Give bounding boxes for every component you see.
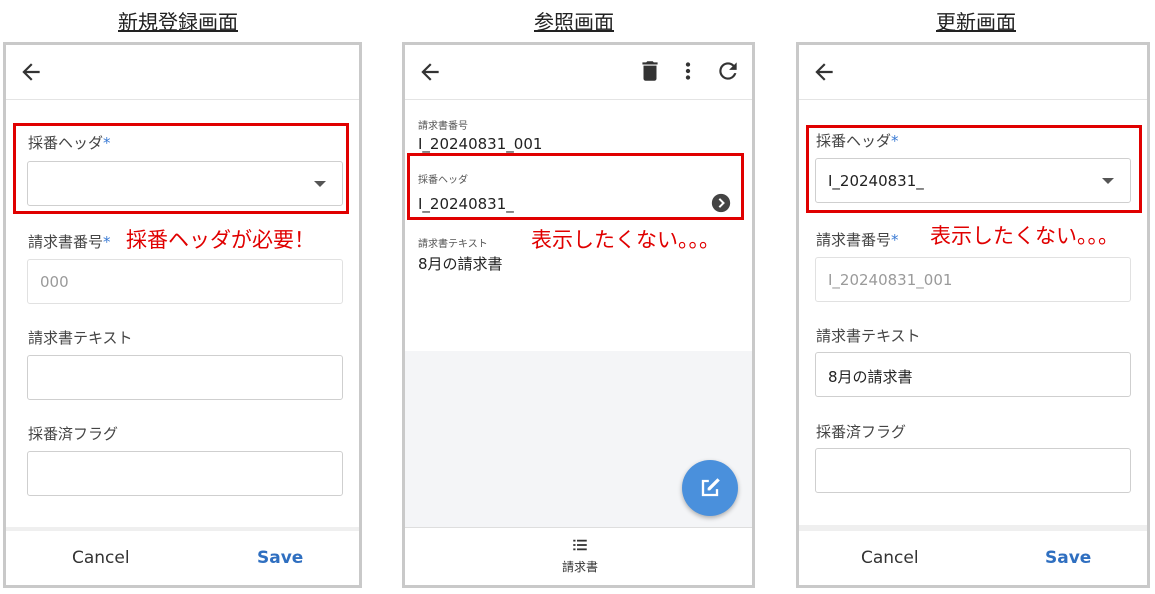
annotation-note: 採番ヘッダが必要！ bbox=[126, 228, 315, 252]
view-screen-title: 参照画面 bbox=[534, 10, 614, 34]
arrow-back-icon[interactable] bbox=[811, 59, 837, 85]
invoice-no-label: 請求書番号 bbox=[418, 121, 468, 132]
list-icon bbox=[573, 539, 587, 551]
view-screen: 請求書番号 I_20240831_001 採番ヘッダ I_20240831_ 請… bbox=[402, 42, 755, 588]
annotation-note: 表示したくない。。。 bbox=[930, 224, 1119, 248]
edit-fab-button[interactable] bbox=[682, 460, 738, 516]
trash-icon[interactable] bbox=[637, 58, 663, 84]
update-screen-title: 更新画面 bbox=[936, 10, 1016, 34]
invoice-no-label: 請求書番号* bbox=[28, 233, 111, 251]
invoice-no-field: I_20240831_001 bbox=[815, 257, 1131, 302]
numbering-header-label: 採番ヘッダ* bbox=[28, 134, 111, 152]
required-mark: * bbox=[103, 134, 111, 152]
cancel-button[interactable]: Cancel bbox=[72, 548, 130, 568]
chevron-circle-right-icon[interactable] bbox=[711, 193, 731, 213]
numbering-header-label: 採番ヘッダ bbox=[418, 175, 468, 186]
app-bar bbox=[405, 45, 752, 100]
invoice-text-label: 請求書テキスト bbox=[418, 239, 488, 250]
numbering-header-value: I_20240831_ bbox=[418, 195, 514, 213]
numbered-flag-label: 採番済フラグ bbox=[28, 425, 119, 443]
update-screen: 採番ヘッダ* I_20240831_ 請求書番号* I_20240831_001… bbox=[796, 42, 1150, 588]
arrow-back-icon[interactable] bbox=[417, 59, 443, 85]
nav-item-invoices[interactable]: 請求書 bbox=[545, 536, 615, 580]
more-vert-icon[interactable] bbox=[675, 58, 701, 84]
save-button[interactable]: Save bbox=[1045, 548, 1091, 568]
numbering-header-select[interactable] bbox=[27, 161, 343, 206]
numbered-flag-label: 採番済フラグ bbox=[816, 423, 907, 441]
create-screen-title: 新規登録画面 bbox=[118, 10, 238, 34]
required-mark: * bbox=[891, 231, 899, 249]
create-screen: 採番ヘッダ* 請求書番号* 000 請求書テキスト 採番済フラグ Cancel … bbox=[3, 42, 362, 588]
save-button[interactable]: Save bbox=[257, 548, 303, 568]
required-mark: * bbox=[891, 132, 899, 150]
dropdown-caret-icon bbox=[314, 181, 326, 187]
refresh-icon[interactable] bbox=[715, 58, 741, 84]
form-footer: Cancel Save bbox=[6, 531, 359, 585]
edit-icon bbox=[701, 478, 720, 497]
app-bar bbox=[6, 45, 359, 100]
invoice-text-label: 請求書テキスト bbox=[816, 327, 921, 345]
invoice-no-field: 000 bbox=[27, 259, 343, 304]
required-mark: * bbox=[103, 233, 111, 251]
annotation-note: 表示したくない。。。 bbox=[531, 228, 720, 252]
dropdown-caret-icon bbox=[1102, 178, 1114, 184]
invoice-text-field[interactable] bbox=[27, 355, 343, 400]
numbering-header-select[interactable]: I_20240831_ bbox=[815, 158, 1131, 203]
bottom-nav: 請求書 bbox=[405, 527, 752, 585]
invoice-no-value: I_20240831_001 bbox=[418, 135, 543, 153]
numbered-flag-field[interactable] bbox=[27, 451, 343, 496]
form-footer: Cancel Save bbox=[799, 531, 1147, 585]
numbering-header-label: 採番ヘッダ* bbox=[816, 132, 899, 150]
arrow-back-icon[interactable] bbox=[18, 59, 44, 85]
invoice-text-value: 8月の請求書 bbox=[418, 255, 503, 273]
invoice-no-label: 請求書番号* bbox=[816, 231, 899, 249]
app-bar bbox=[799, 45, 1147, 100]
nav-item-label: 請求書 bbox=[561, 560, 598, 574]
numbered-flag-field[interactable] bbox=[815, 448, 1131, 493]
cancel-button[interactable]: Cancel bbox=[861, 548, 919, 568]
invoice-text-field[interactable]: 8月の請求書 bbox=[815, 352, 1131, 397]
invoice-text-label: 請求書テキスト bbox=[28, 329, 133, 347]
